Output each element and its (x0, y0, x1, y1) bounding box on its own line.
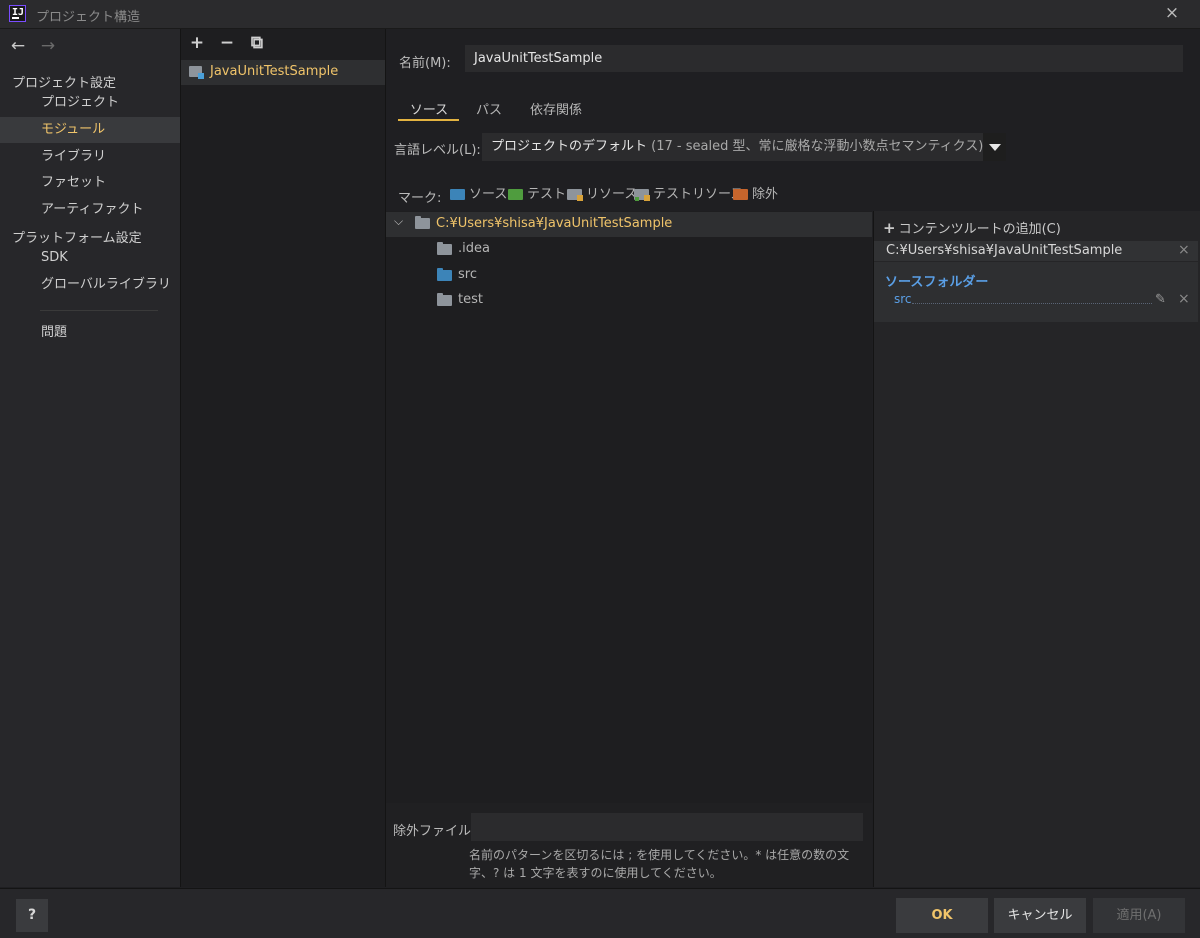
remove-module-icon[interactable]: − (218, 34, 236, 52)
help-button[interactable]: ? (16, 899, 48, 932)
language-level-detail: (17 - sealed 型、常に厳格な浮動小数点セマンティクス) (651, 139, 984, 154)
mark-test-resources-button[interactable]: テストリソース (634, 186, 743, 204)
apply-button[interactable]: 適用(A) (1093, 898, 1185, 933)
module-icon (189, 66, 204, 79)
nav-item-project[interactable]: プロジェクト (0, 90, 180, 116)
mark-tests-button[interactable]: テスト (508, 186, 566, 204)
content-root-path: C:¥Users¥shisa¥JavaUnitTestSample (886, 243, 1123, 258)
ok-button[interactable]: OK (896, 898, 988, 933)
nav-item-artifacts[interactable]: アーティファクト (0, 197, 180, 223)
plus-icon: + (883, 219, 896, 237)
folder-icon (415, 216, 430, 229)
source-folders-title: ソースフォルダー (885, 275, 989, 290)
folder-icon (437, 293, 452, 306)
language-level-select[interactable]: プロジェクトのデフォルト (17 - sealed 型、常に厳格な浮動小数点セマ… (482, 133, 1006, 161)
exclude-files-hint: 名前のパターンを区切るには ; を使用してください。* は任意の数の文字、? は… (469, 848, 850, 880)
source-folder-icon (450, 189, 465, 200)
tree-item-test[interactable]: test (458, 292, 483, 307)
mark-sources-button[interactable]: ソース (450, 186, 507, 204)
mark-as-label: マーク: (398, 191, 442, 206)
source-folder-entry[interactable]: src (894, 292, 912, 306)
module-name-field[interactable]: JavaUnitTestSample (465, 45, 1183, 72)
back-arrow-icon[interactable]: ← (7, 36, 29, 56)
chevron-down-icon[interactable]: ⌵ (394, 214, 403, 229)
excluded-folder-icon (733, 189, 748, 200)
remove-source-icon[interactable]: × (1178, 291, 1190, 307)
chevron-down-icon[interactable] (983, 133, 1006, 161)
tree-root-path[interactable]: C:¥Users¥shisa¥JavaUnitTestSample (436, 216, 672, 231)
test-folder-icon (508, 189, 523, 200)
exclude-files-label: 除外ファイル: (393, 824, 476, 839)
nav-section-platform-settings: プラットフォーム設定 (12, 231, 142, 246)
edit-pencil-icon[interactable]: ✎ (1155, 292, 1166, 307)
close-window-button[interactable]: × (1160, 2, 1184, 24)
forward-arrow-icon[interactable]: → (37, 36, 59, 56)
exclude-files-input[interactable] (471, 813, 863, 841)
tab-dependencies[interactable]: 依存関係 (530, 99, 582, 118)
language-level-label: 言語レベル(L): (394, 143, 481, 158)
nav-item-problems[interactable]: 問題 (0, 320, 180, 346)
nav-item-sdk[interactable]: SDK (0, 245, 180, 271)
title-bar (0, 0, 1200, 29)
active-tab-indicator (398, 119, 459, 121)
mark-excluded-button[interactable]: 除外 (733, 186, 778, 204)
source-folder-icon (437, 268, 452, 281)
nav-item-libraries[interactable]: ライブラリ (0, 144, 180, 170)
nav-divider (40, 310, 158, 311)
window-title: プロジェクト構造 (36, 10, 141, 25)
resource-folder-icon (567, 189, 583, 201)
intellij-app-icon: IJ (9, 5, 26, 22)
source-entry-leader (912, 303, 1152, 304)
module-name-label: 名前(M): (399, 56, 451, 71)
module-name[interactable]: JavaUnitTestSample (210, 64, 338, 79)
tree-item-idea[interactable]: .idea (458, 241, 490, 256)
nav-item-facets[interactable]: ファセット (0, 170, 180, 196)
nav-item-modules[interactable]: モジュール (0, 117, 180, 143)
tab-paths[interactable]: パス (476, 99, 502, 118)
mark-resources-button[interactable]: リソース (567, 186, 637, 204)
module-list-panel (181, 29, 386, 887)
language-level-value: プロジェクトのデフォルト (491, 139, 648, 154)
cancel-button[interactable]: キャンセル (994, 898, 1086, 933)
remove-content-root-icon[interactable]: × (1178, 242, 1190, 258)
nav-section-project-settings: プロジェクト設定 (12, 76, 117, 91)
add-content-root-button[interactable]: + コンテンツルートの追加(C) (883, 218, 1061, 237)
tree-item-src[interactable]: src (458, 267, 477, 282)
folder-icon (437, 242, 452, 255)
nav-item-global-libraries[interactable]: グローバルライブラリ (0, 272, 180, 298)
test-resource-folder-icon (634, 189, 650, 201)
copy-module-icon[interactable]: ⧉ (248, 34, 266, 52)
add-module-icon[interactable]: + (188, 34, 206, 52)
